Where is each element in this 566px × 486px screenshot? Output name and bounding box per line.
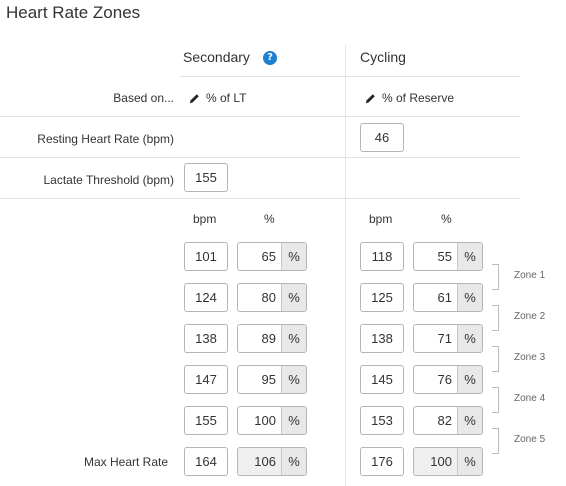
percent-addon: %: [281, 284, 306, 311]
secondary-zone-bpm-input[interactable]: 155: [184, 406, 228, 435]
zone-label: Zone 3: [514, 352, 546, 363]
cycling-based-on-value: % of Reserve: [382, 91, 455, 105]
zone-label: Zone 5: [514, 434, 546, 445]
percent-addon: %: [281, 366, 306, 393]
secondary-zone-bpm-input[interactable]: 138: [184, 324, 228, 353]
column-header-secondary: Secondary: [183, 49, 250, 65]
secondary-zone-percent-input[interactable]: 95%: [237, 365, 307, 394]
based-on-label: Based on...: [113, 91, 174, 105]
pencil-icon: [365, 93, 375, 103]
cycling-percent-header: %: [441, 212, 452, 226]
percent-addon: %: [457, 243, 482, 270]
secondary-max-percent-readonly: 106%: [237, 447, 307, 476]
secondary-zone-bpm-input[interactable]: 124: [184, 283, 228, 312]
secondary-zone-percent-input[interactable]: 80%: [237, 283, 307, 312]
percent-value: 61: [437, 290, 452, 305]
zone-bracket: [492, 305, 499, 331]
cycling-based-on-link[interactable]: % of Reserve: [365, 91, 454, 105]
column-divider: [345, 45, 346, 486]
percent-value: 80: [261, 290, 276, 305]
column-header-cycling: Cycling: [360, 49, 406, 65]
cycling-resting-heart-rate-input[interactable]: 46: [360, 123, 404, 152]
header-divider: [180, 76, 520, 77]
cycling-zone-bpm-input[interactable]: 138: [360, 324, 404, 353]
secondary-lactate-threshold-input[interactable]: 155: [184, 163, 228, 192]
zone-bracket: [492, 346, 499, 372]
percent-addon: %: [281, 448, 306, 475]
percent-addon: %: [281, 325, 306, 352]
cycling-zone-percent-input[interactable]: 71%: [413, 324, 483, 353]
cycling-zone-bpm-input[interactable]: 125: [360, 283, 404, 312]
percent-value: 65: [261, 249, 276, 264]
row-divider: [0, 157, 520, 158]
cycling-zone-bpm-input[interactable]: 145: [360, 365, 404, 394]
cycling-zone-bpm-input[interactable]: 118: [360, 242, 404, 271]
percent-value: 106: [238, 448, 281, 475]
percent-addon: %: [281, 407, 306, 434]
cycling-bpm-header: bpm: [369, 212, 393, 226]
percent-addon: %: [457, 325, 482, 352]
resting-heart-rate-label: Resting Heart Rate (bpm): [37, 132, 174, 146]
row-divider: [0, 116, 520, 117]
percent-value: 100: [414, 448, 457, 475]
percent-value: 76: [437, 372, 452, 387]
percent-addon: %: [457, 448, 482, 475]
percent-value: 95: [261, 372, 276, 387]
zone-bracket: [492, 428, 499, 454]
cycling-zone-bpm-input[interactable]: 153: [360, 406, 404, 435]
secondary-max-heart-rate-input[interactable]: 164: [184, 447, 228, 476]
question-circle-icon[interactable]: ?: [263, 51, 277, 65]
percent-value: 55: [437, 249, 452, 264]
pencil-icon: [189, 93, 199, 103]
zone-label: Zone 4: [514, 393, 546, 404]
zone-bracket: [492, 387, 499, 413]
percent-value: 100: [254, 413, 276, 428]
percent-addon: %: [457, 407, 482, 434]
secondary-zone-percent-input[interactable]: 89%: [237, 324, 307, 353]
cycling-zone-percent-input[interactable]: 55%: [413, 242, 483, 271]
zone-bracket: [492, 264, 499, 290]
max-heart-rate-label: Max Heart Rate: [83, 455, 168, 469]
secondary-zone-bpm-input[interactable]: 147: [184, 365, 228, 394]
zone-label: Zone 1: [514, 270, 546, 281]
secondary-based-on-value: % of LT: [206, 91, 247, 105]
percent-value: 71: [437, 331, 452, 346]
page-title: Heart Rate Zones: [6, 3, 141, 22]
percent-value: 89: [261, 331, 276, 346]
percent-value: 82: [437, 413, 452, 428]
secondary-percent-header: %: [264, 212, 275, 226]
secondary-zone-percent-input[interactable]: 100%: [237, 406, 307, 435]
cycling-zone-percent-input[interactable]: 61%: [413, 283, 483, 312]
percent-addon: %: [281, 243, 306, 270]
cycling-max-percent-readonly: 100%: [413, 447, 483, 476]
percent-addon: %: [457, 284, 482, 311]
cycling-zone-percent-input[interactable]: 76%: [413, 365, 483, 394]
zone-label: Zone 2: [514, 311, 546, 322]
secondary-based-on-link[interactable]: % of LT: [189, 91, 246, 105]
cycling-zone-percent-input[interactable]: 82%: [413, 406, 483, 435]
percent-addon: %: [457, 366, 482, 393]
secondary-bpm-header: bpm: [193, 212, 217, 226]
secondary-zone-bpm-input[interactable]: 101: [184, 242, 228, 271]
row-divider: [0, 198, 520, 199]
secondary-zone-percent-input[interactable]: 65%: [237, 242, 307, 271]
cycling-max-heart-rate-input[interactable]: 176: [360, 447, 404, 476]
lactate-threshold-label: Lactate Threshold (bpm): [43, 173, 174, 187]
